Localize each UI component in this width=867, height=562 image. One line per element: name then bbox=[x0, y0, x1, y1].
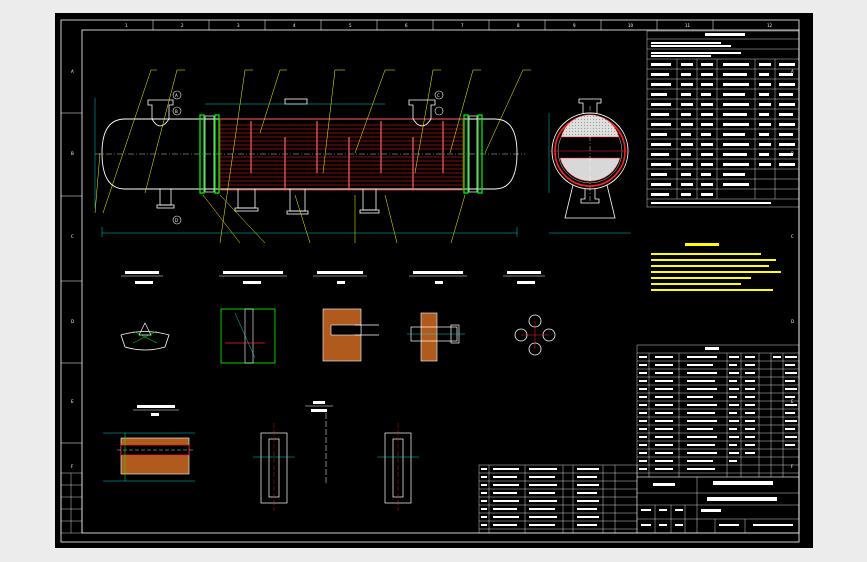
tag-d: D bbox=[175, 218, 178, 223]
detail-titles-row1 bbox=[121, 271, 545, 284]
detail-tube-pitch bbox=[514, 314, 556, 356]
row-c: C bbox=[71, 234, 74, 239]
tag-c: C bbox=[437, 93, 440, 98]
row-a: A bbox=[71, 69, 74, 74]
top-nozzles bbox=[147, 98, 436, 127]
bottom-nozzles bbox=[156, 189, 380, 215]
tube-lines bbox=[220, 124, 463, 186]
col-1: 1 bbox=[125, 23, 128, 28]
signature-table bbox=[478, 464, 638, 534]
cad-viewport[interactable]: 1 2 3 4 5 6 7 8 9 10 11 12 A B C D E F A… bbox=[55, 13, 813, 548]
col-11: 11 bbox=[685, 23, 691, 28]
technical-characteristics-table bbox=[646, 30, 800, 208]
detail-tube-expansion bbox=[322, 308, 379, 362]
detail-tube-to-tubesheet bbox=[220, 308, 276, 364]
main-elevation-view: A B C D bbox=[94, 69, 531, 244]
part-leaders bbox=[94, 69, 531, 244]
col-3: 3 bbox=[237, 23, 240, 28]
row-c-right: C bbox=[791, 234, 794, 239]
col-7: 7 bbox=[461, 23, 464, 28]
baffles bbox=[250, 121, 444, 189]
tag-b: B bbox=[175, 109, 178, 114]
parts-list-text-marks bbox=[639, 347, 797, 470]
col-10: 10 bbox=[628, 23, 634, 28]
row-d-right: D bbox=[791, 319, 794, 324]
row-e-right: E bbox=[791, 399, 794, 404]
detail-baffle-pitch bbox=[103, 432, 195, 482]
tag-a: A bbox=[175, 93, 178, 98]
row-f-right: F bbox=[791, 464, 794, 469]
technical-requirements-notes bbox=[651, 243, 781, 291]
detail-weld bbox=[120, 322, 170, 351]
col-2: 2 bbox=[181, 23, 184, 28]
detail-support-b bbox=[377, 423, 419, 511]
col-8: 8 bbox=[517, 23, 520, 28]
col-5: 5 bbox=[349, 23, 352, 28]
row-b: B bbox=[71, 151, 74, 156]
detail-support-a bbox=[253, 423, 295, 511]
row-d: D bbox=[71, 319, 74, 324]
row-e: E bbox=[71, 399, 74, 404]
col-6: 6 bbox=[405, 23, 408, 28]
zone-markers: 1 2 3 4 5 6 7 8 9 10 11 12 A B C D E F A… bbox=[61, 20, 794, 469]
nozzle-tags bbox=[172, 90, 444, 225]
title-block-text-marks bbox=[641, 481, 793, 526]
detail-flange-joint bbox=[407, 312, 465, 362]
detail-titles-row2 bbox=[133, 401, 333, 416]
tube-bundle bbox=[219, 118, 464, 191]
col-9: 9 bbox=[573, 23, 576, 28]
row-f: F bbox=[71, 464, 74, 469]
tech-table-text-marks bbox=[651, 33, 795, 204]
col-12: 12 bbox=[767, 23, 773, 28]
col-4: 4 bbox=[293, 23, 296, 28]
heat-exchanger-assembly-drawing: 1 2 3 4 5 6 7 8 9 10 11 12 A B C D E F A… bbox=[60, 19, 800, 543]
end-view bbox=[548, 98, 631, 234]
stamp-table bbox=[60, 472, 83, 534]
